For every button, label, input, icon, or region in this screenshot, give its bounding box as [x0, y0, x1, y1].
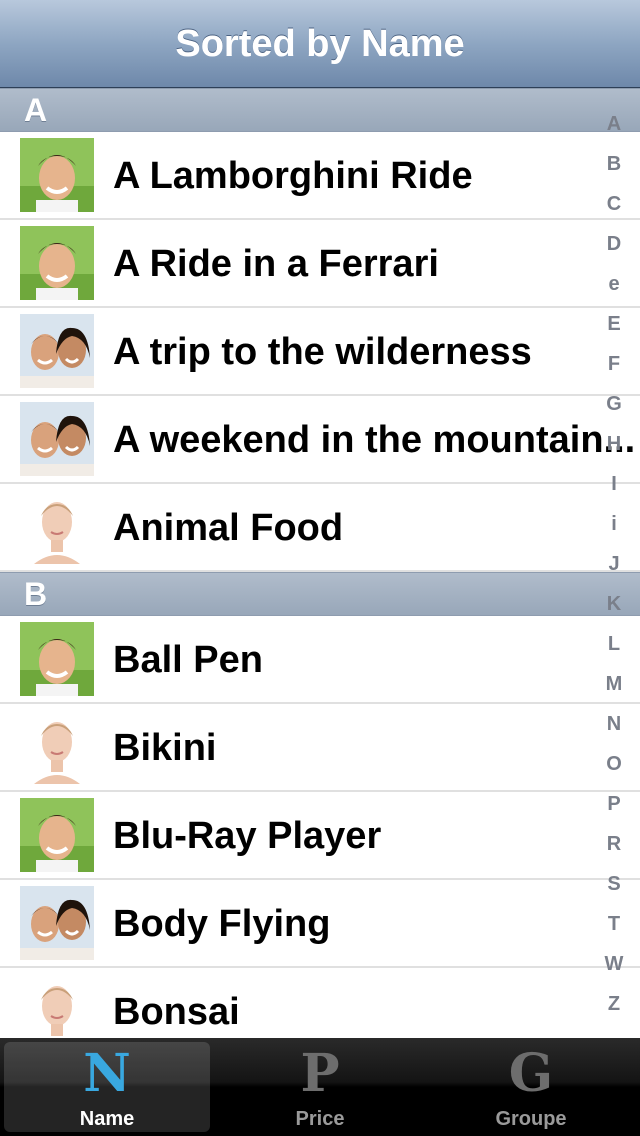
thumbnail-image	[20, 226, 94, 300]
thumbnail-image	[20, 886, 94, 960]
table-row[interactable]: Animal Food	[0, 484, 640, 572]
row-label: Bonsai	[113, 991, 240, 1033]
section-header-label: A	[24, 92, 48, 128]
thumbnail-image	[20, 622, 94, 696]
tab-label: Groupe	[495, 1108, 567, 1130]
thumbnail-image	[20, 402, 94, 476]
navigation-bar: Sorted by Name	[0, 0, 640, 88]
row-label: A Ride in a Ferrari	[113, 243, 439, 285]
section-header-a: A	[0, 88, 640, 132]
index-letter[interactable]: S	[588, 864, 640, 904]
table-row[interactable]: Ball Pen	[0, 616, 640, 704]
tab-label: Price	[295, 1108, 345, 1130]
index-letter[interactable]: W	[588, 944, 640, 984]
index-letter[interactable]: e	[588, 264, 640, 304]
table-row[interactable]: A Ride in a Ferrari	[0, 220, 640, 308]
index-letter[interactable]: J	[588, 544, 640, 584]
index-letter[interactable]: C	[588, 184, 640, 224]
section-index-bar[interactable]: ABCDeEFGHIiJKLMNOPRSTWZ	[588, 104, 640, 1024]
groupe-ornament-icon: G	[508, 1043, 554, 1104]
index-letter[interactable]: M	[588, 664, 640, 704]
index-letter[interactable]: i	[588, 504, 640, 544]
index-letter[interactable]: F	[588, 344, 640, 384]
row-label: Ball Pen	[113, 639, 263, 681]
index-letter[interactable]: Z	[588, 984, 640, 1024]
thumbnail-image	[20, 138, 94, 212]
section-header-b: B	[0, 572, 640, 616]
thumbnail-image	[20, 314, 94, 388]
index-letter[interactable]: L	[588, 624, 640, 664]
thumbnail-image	[20, 710, 94, 784]
row-label: A Lamborghini Ride	[113, 155, 473, 197]
price-ornament-icon: P	[300, 1043, 340, 1104]
page-title: Sorted by Name	[175, 23, 465, 65]
row-label: Bikini	[113, 727, 217, 769]
row-label: Animal Food	[113, 507, 344, 549]
tab-price[interactable]: P Price	[217, 1042, 423, 1132]
index-letter[interactable]: A	[588, 104, 640, 144]
index-letter[interactable]: K	[588, 584, 640, 624]
index-letter[interactable]: O	[588, 744, 640, 784]
table-row[interactable]: Blu-Ray Player	[0, 792, 640, 880]
table-row[interactable]: Bikini	[0, 704, 640, 792]
row-label: A trip to the wilderness	[113, 331, 532, 373]
index-letter[interactable]: H	[588, 424, 640, 464]
table-row[interactable]: A Lamborghini Ride	[0, 132, 640, 220]
index-letter[interactable]: D	[588, 224, 640, 264]
thumbnail-image	[20, 490, 94, 564]
index-letter[interactable]: T	[588, 904, 640, 944]
index-letter[interactable]: I	[588, 464, 640, 504]
table-row[interactable]: Bonsai	[0, 968, 640, 1038]
thumbnail-image	[20, 974, 94, 1038]
tab-bar: N Name P Price G Groupe	[0, 1038, 640, 1136]
table-row[interactable]: A trip to the wilderness	[0, 308, 640, 396]
section-header-label: B	[24, 576, 48, 612]
index-letter[interactable]: N	[588, 704, 640, 744]
name-ornament-icon: N	[83, 1043, 131, 1104]
row-label: A weekend in the mountain...	[113, 419, 636, 461]
table-row[interactable]: Body Flying	[0, 880, 640, 968]
tab-label: Name	[79, 1108, 135, 1130]
thumbnail-image	[20, 798, 94, 872]
row-label: Blu-Ray Player	[113, 815, 382, 857]
index-letter[interactable]: E	[588, 304, 640, 344]
tab-groupe[interactable]: G Groupe	[428, 1042, 634, 1132]
index-letter[interactable]: R	[588, 824, 640, 864]
index-letter[interactable]: G	[588, 384, 640, 424]
items-table[interactable]: A A Lamborghini Ride A Ride in a Ferrari…	[0, 88, 640, 1038]
row-label: Body Flying	[113, 903, 331, 945]
index-letter[interactable]: B	[588, 144, 640, 184]
table-row[interactable]: A weekend in the mountain...	[0, 396, 640, 484]
index-letter[interactable]: P	[588, 784, 640, 824]
tab-name[interactable]: N Name	[4, 1042, 210, 1132]
